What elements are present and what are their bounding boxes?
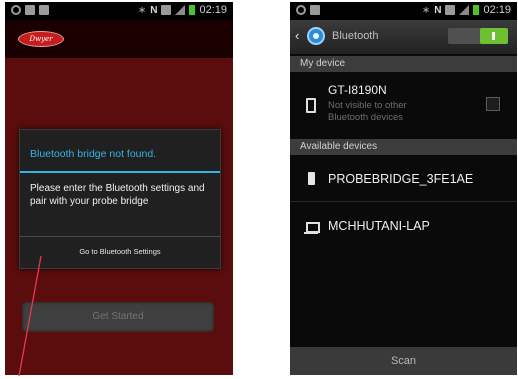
battery-icon — [189, 5, 196, 15]
go-to-bluetooth-settings-button[interactable]: Go to Bluetooth Settings — [20, 237, 220, 268]
app-screen: ∗ N 02:19 Dwyer Bluetooth bridge not fou… — [5, 2, 233, 375]
dialog-title: Bluetooth bridge not found. — [30, 148, 157, 160]
section-header-my-device: My device — [290, 56, 517, 72]
clock: 02:19 — [483, 4, 511, 16]
mute-icon — [445, 5, 456, 15]
row-divider — [290, 201, 517, 202]
bluetooth-icon: ∗ — [421, 4, 431, 16]
bridge-device-icon — [308, 172, 315, 185]
battery-icon — [473, 5, 480, 15]
available-device-name: MCHHUTANI-LAP — [328, 219, 430, 233]
wifi-icon — [296, 5, 306, 15]
section-header-available-devices: Available devices — [290, 139, 517, 155]
signal-icon — [459, 5, 470, 15]
wifi-icon — [11, 5, 21, 15]
bluetooth-not-found-dialog: Bluetooth bridge not found. Please enter… — [19, 129, 221, 269]
signal-icon — [175, 5, 186, 15]
bluetooth-toggle[interactable] — [448, 28, 508, 44]
nfc-icon: N — [434, 4, 442, 16]
get-started-button[interactable]: Get Started — [22, 302, 214, 332]
bluetooth-settings-screen: ∗ N 02:19 ‹ Bluetooth My device GT-I8190… — [290, 2, 517, 375]
scan-button[interactable]: Scan — [290, 347, 517, 375]
my-device-name: GT-I8190N — [328, 83, 387, 97]
visibility-checkbox[interactable] — [486, 97, 500, 111]
status-bar: ∗ N 02:19 — [5, 2, 233, 20]
laptop-icon — [304, 222, 320, 234]
gallery-icon — [39, 5, 49, 15]
dialog-title-divider — [20, 171, 220, 173]
toggle-knob — [480, 28, 508, 44]
my-device-visibility: Not visible to other Bluetooth devices — [328, 100, 407, 123]
available-device-name: PROBEBRIDGE_3FE1AE — [328, 172, 474, 186]
app-header: Dwyer — [5, 20, 233, 58]
phone-icon — [306, 98, 316, 113]
status-bar: ∗ N 02:19 — [290, 2, 517, 20]
page-title: Bluetooth — [332, 30, 379, 42]
image-icon — [25, 5, 35, 15]
nfc-icon: N — [150, 4, 158, 16]
back-icon[interactable]: ‹ — [295, 29, 299, 43]
mute-icon — [161, 5, 172, 15]
clock: 02:19 — [199, 4, 227, 16]
image-icon — [310, 5, 320, 15]
brand-logo: Dwyer — [18, 31, 64, 47]
settings-header: ‹ Bluetooth — [290, 20, 517, 54]
bluetooth-settings-icon — [307, 27, 325, 45]
bluetooth-icon: ∗ — [137, 4, 147, 16]
dialog-message: Please enter the Bluetooth settings and … — [30, 183, 205, 207]
